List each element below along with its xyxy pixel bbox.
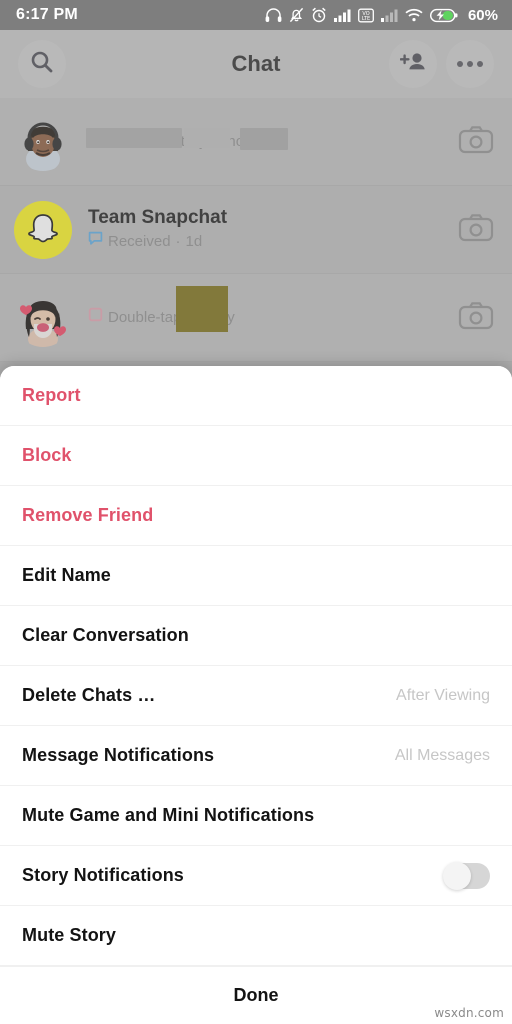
sheet-item-label: Mute Story (22, 925, 117, 945)
sheet-item-delete-chats[interactable]: Delete Chats … After Viewing (0, 666, 512, 726)
chat-list-item[interactable]: Double-tap to reply (0, 274, 512, 362)
redacted-name-block (176, 286, 228, 332)
chat-list-item[interactable]: Team Snapchat Received · 1d (0, 186, 512, 274)
chat-item-texts: Team Snapchat Received · 1d (88, 206, 458, 253)
sheet-item-label: Remove Friend (22, 505, 154, 525)
chat-item-name: Team Snapchat (88, 207, 228, 228)
chat-list: Screenshot · just now Team Snapchat (0, 98, 512, 362)
camera-icon[interactable] (458, 300, 494, 335)
sheet-item-story-notifications[interactable]: Story Notifications (0, 846, 512, 906)
sheet-item-report[interactable]: Report (0, 366, 512, 426)
search-button[interactable] (18, 40, 66, 88)
chat-item-texts: Screenshot · just now (86, 128, 458, 153)
chat-item-time: 1d (185, 233, 203, 250)
signal-bars-icon (333, 9, 351, 22)
sheet-item-clear-conversation[interactable]: Clear Conversation (0, 606, 512, 666)
status-bar: 6:17 PM VO LTE 60% (0, 0, 512, 30)
sheet-item-label: Report (22, 385, 81, 405)
svg-text:LTE: LTE (362, 16, 370, 22)
more-options-icon (457, 61, 483, 67)
story-notifications-toggle[interactable] (443, 861, 490, 890)
sheet-item-label: Message Notifications (22, 745, 215, 765)
watermark: wsxdn.com (434, 1006, 504, 1020)
snap-opened-icon (88, 307, 103, 329)
redacted-name-block (184, 128, 230, 148)
sheet-item-block[interactable]: Block (0, 426, 512, 486)
status-bar-icons: VO LTE 60% (265, 7, 498, 24)
sheet-item-message-notifications[interactable]: Message Notifications All Messages (0, 726, 512, 786)
chat-item-status: Double-tap to reply (88, 307, 458, 329)
bitmoji-headphones-avatar[interactable] (14, 113, 72, 171)
redacted-name-block (86, 128, 182, 148)
more-options-button[interactable] (446, 40, 494, 88)
chat-list-item[interactable]: Screenshot · just now (0, 98, 512, 186)
toggle-knob (443, 861, 471, 890)
conversation-options-sheet: Report Block Remove Friend Edit Name Cle… (0, 366, 512, 1024)
header-actions (389, 40, 494, 88)
sheet-item-label: Delete Chats … (22, 685, 156, 705)
app-header: Chat (0, 30, 512, 98)
sheet-item-remove-friend[interactable]: Remove Friend (0, 486, 512, 546)
bitmoji-hearts-avatar[interactable] (14, 289, 72, 347)
chat-item-status: Received · 1d (88, 231, 458, 253)
sheet-item-mute-story[interactable]: Mute Story (0, 906, 512, 966)
sheet-item-label: Edit Name (22, 565, 111, 585)
sheet-item-label: Story Notifications (22, 865, 184, 885)
sheet-item-value: After Viewing (396, 686, 490, 704)
sheet-item-label: Block (22, 445, 72, 465)
add-friend-button[interactable] (389, 40, 437, 88)
snapchat-ghost-avatar[interactable] (14, 200, 72, 259)
chat-item-texts: Double-tap to reply (88, 286, 458, 332)
chat-received-icon (88, 231, 103, 253)
battery-percent-label: 60% (467, 6, 498, 24)
add-friend-icon (399, 50, 427, 79)
done-button-label: Done (233, 985, 279, 1005)
volte-icon: VO LTE (358, 8, 374, 22)
bell-muted-icon (289, 7, 304, 23)
sheet-item-edit-name[interactable]: Edit Name (0, 546, 512, 606)
chat-item-status-text: Received (108, 233, 171, 250)
search-icon (29, 49, 55, 80)
sheet-item-value: All Messages (394, 746, 490, 764)
chat-item-separator: · (175, 233, 181, 250)
battery-charging-icon (429, 8, 458, 22)
sheet-item-label: Mute Game and Mini Notifications (22, 805, 315, 825)
wifi-icon (405, 8, 423, 22)
signal-bars-2-icon (380, 9, 398, 22)
headphones-icon (265, 7, 282, 22)
camera-icon[interactable] (458, 212, 494, 247)
sheet-item-label: Clear Conversation (22, 625, 189, 645)
redacted-name-block (240, 128, 288, 150)
status-bar-clock: 6:17 PM (16, 6, 78, 23)
alarm-clock-icon (312, 7, 326, 23)
sheet-item-mute-game-mini-notifications[interactable]: Mute Game and Mini Notifications (0, 786, 512, 846)
camera-icon[interactable] (458, 124, 494, 159)
